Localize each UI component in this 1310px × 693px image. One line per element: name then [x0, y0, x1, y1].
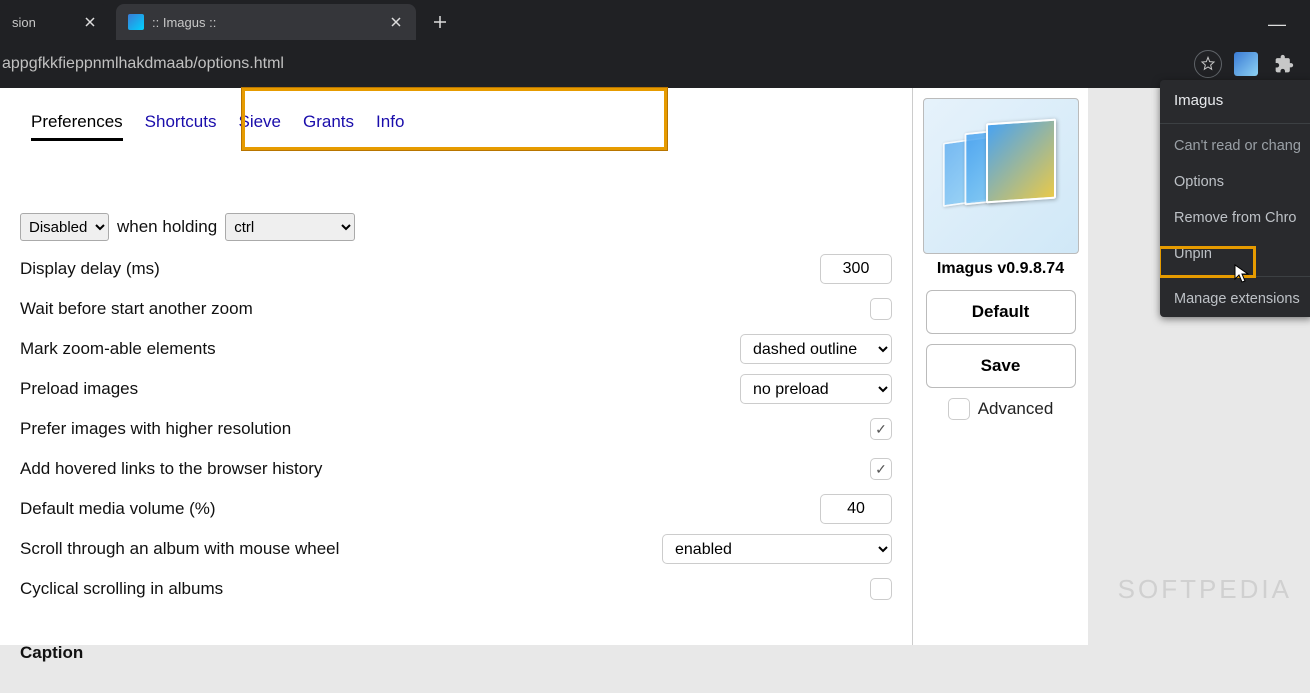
tab-preferences[interactable]: Preferences — [31, 112, 123, 141]
close-icon[interactable] — [388, 14, 404, 30]
cyclical-label: Cyclical scrolling in albums — [20, 579, 870, 599]
cyclical-checkbox[interactable] — [870, 578, 892, 600]
bookmark-star-icon[interactable] — [1194, 50, 1222, 78]
tab-title: sion — [12, 15, 76, 30]
tab-info[interactable]: Info — [376, 112, 404, 141]
new-tab-button[interactable] — [426, 8, 454, 36]
caption-heading: Caption — [20, 643, 83, 663]
browser-chrome: sion :: Imagus :: appgfkkfieppnmlhakdmaa… — [0, 0, 1310, 88]
volume-label: Default media volume (%) — [20, 499, 820, 519]
modifier-select[interactable]: ctrl — [225, 213, 355, 241]
preload-label: Preload images — [20, 379, 740, 399]
save-button[interactable]: Save — [926, 344, 1076, 388]
preload-select[interactable]: no preload — [740, 374, 892, 404]
ext-menu-title: Imagus — [1160, 80, 1310, 119]
address-text[interactable]: appgfkkfieppnmlhakdmaab/options.html — [0, 55, 1194, 73]
imagus-extension-icon[interactable] — [1234, 52, 1258, 76]
hover-mode-select[interactable]: Disabled — [20, 213, 109, 241]
add-history-label: Add hovered links to the browser history — [20, 459, 870, 479]
ext-menu-remove[interactable]: Remove from Chro — [1160, 200, 1310, 236]
browser-tab-active[interactable]: :: Imagus :: — [116, 4, 416, 40]
imagus-favicon — [128, 14, 144, 30]
wait-zoom-label: Wait before start another zoom — [20, 299, 870, 319]
mark-zoom-label: Mark zoom-able elements — [20, 339, 740, 359]
tab-sieve[interactable]: Sieve — [238, 112, 281, 141]
tab-title: :: Imagus :: — [152, 15, 382, 30]
volume-input[interactable] — [820, 494, 892, 524]
address-bar: appgfkkfieppnmlhakdmaab/options.html — [0, 40, 1310, 88]
wait-zoom-checkbox[interactable] — [870, 298, 892, 320]
scroll-album-label: Scroll through an album with mouse wheel — [20, 539, 662, 559]
extension-context-menu: Imagus Can't read or chang Options Remov… — [1160, 80, 1310, 317]
add-history-checkbox[interactable]: ✓ — [870, 458, 892, 480]
scroll-album-select[interactable]: enabled — [662, 534, 892, 564]
browser-tab-inactive[interactable]: sion — [0, 4, 110, 40]
prefer-hires-checkbox[interactable]: ✓ — [870, 418, 892, 440]
display-delay-input[interactable] — [820, 254, 892, 284]
default-button[interactable]: Default — [926, 290, 1076, 334]
extensions-puzzle-icon[interactable] — [1270, 50, 1298, 78]
advanced-label: Advanced — [978, 399, 1054, 419]
when-holding-label: when holding — [117, 217, 217, 237]
close-icon[interactable] — [82, 14, 98, 30]
display-delay-label: Display delay (ms) — [20, 259, 820, 279]
options-page: Preferences Shortcuts Sieve Grants Info … — [0, 88, 912, 645]
nav-tabs: Preferences Shortcuts Sieve Grants Info — [0, 88, 912, 141]
side-panel: Imagus v0.9.8.74 Default Save Advanced — [912, 88, 1088, 645]
tab-shortcuts[interactable]: Shortcuts — [145, 112, 217, 141]
tab-grants[interactable]: Grants — [303, 112, 354, 141]
softpedia-watermark: SOFTPEDIA — [1118, 574, 1292, 605]
cursor-icon — [1234, 264, 1250, 288]
prefer-hires-label: Prefer images with higher resolution — [20, 419, 870, 439]
advanced-checkbox[interactable] — [948, 398, 970, 420]
ext-menu-cant-read: Can't read or chang — [1160, 128, 1310, 164]
ext-menu-options[interactable]: Options — [1160, 164, 1310, 200]
tab-strip: sion :: Imagus :: — [0, 0, 1310, 40]
settings-form: Disabled when holding ctrl Display delay… — [0, 141, 912, 693]
mark-zoom-select[interactable]: dashed outline — [740, 334, 892, 364]
window-minimize-icon[interactable]: — — [1268, 14, 1286, 35]
imagus-logo — [923, 98, 1079, 254]
imagus-version: Imagus v0.9.8.74 — [919, 260, 1082, 278]
